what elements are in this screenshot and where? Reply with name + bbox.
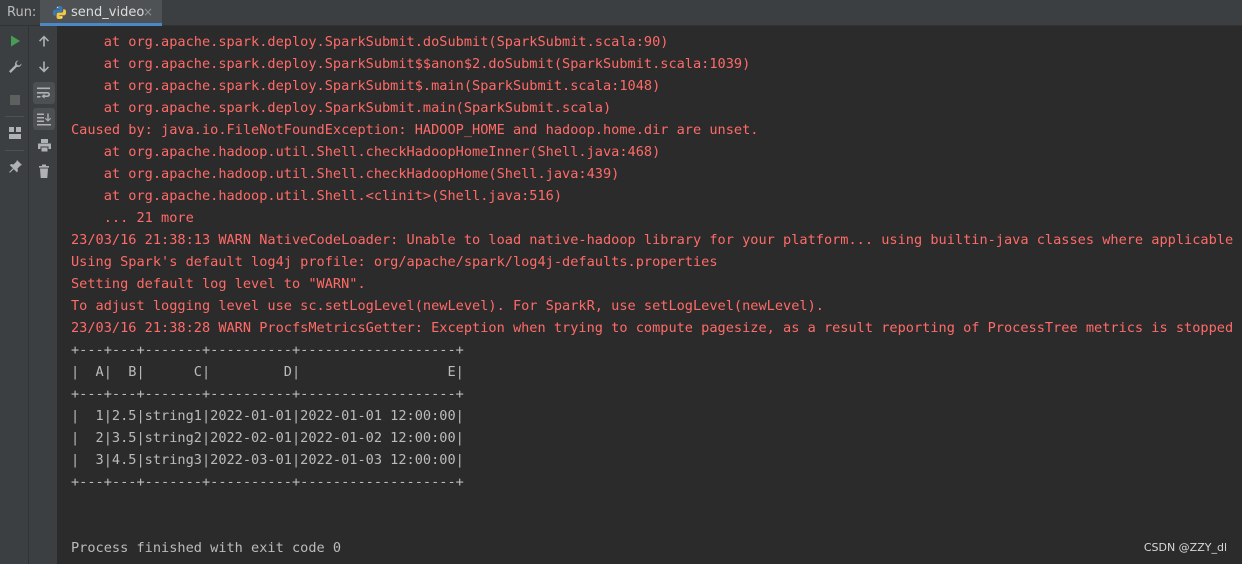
- trash-icon: [39, 164, 49, 178]
- console-line: 23/03/16 21:38:28 WARN ProcfsMetricsGett…: [71, 320, 1234, 336]
- previous-occurrence-button[interactable]: [33, 30, 55, 52]
- scroll-to-end-icon: [37, 113, 51, 126]
- console-line: at org.apache.spark.deploy.SparkSubmit.m…: [71, 100, 612, 116]
- print-icon: [37, 138, 51, 152]
- down-arrow-icon: [39, 61, 49, 73]
- pin-tab-button[interactable]: [4, 155, 26, 177]
- soft-wrap-icon: [37, 87, 50, 99]
- restore-layout-button[interactable]: [4, 122, 26, 144]
- console-line: at org.apache.hadoop.util.Shell.checkHad…: [71, 166, 620, 182]
- clear-all-button[interactable]: [33, 160, 55, 182]
- tab-send-video[interactable]: send_video ×: [40, 0, 162, 26]
- console-line: at org.apache.spark.deploy.SparkSubmit$$…: [71, 56, 751, 72]
- wrench-icon: [9, 60, 22, 73]
- watermark: CSDN @ZZY_dl: [1143, 541, 1227, 554]
- console-line: at org.apache.spark.deploy.SparkSubmit.d…: [71, 34, 669, 50]
- up-arrow-icon: [39, 35, 49, 47]
- console-line: +---+---+-------+----------+------------…: [71, 474, 464, 490]
- console-line: To adjust logging level use sc.setLogLev…: [71, 298, 824, 314]
- console-line: | A| B| C| D| E|: [71, 364, 464, 380]
- console-line: at org.apache.spark.deploy.SparkSubmit$.…: [71, 78, 661, 94]
- run-tool-window-header: Run: send_video ×: [0, 0, 1242, 26]
- pin-icon: [8, 159, 22, 173]
- soft-wrap-toggle[interactable]: [33, 82, 55, 104]
- console-line: Caused by: java.io.FileNotFoundException…: [71, 122, 759, 138]
- next-occurrence-button[interactable]: [33, 56, 55, 78]
- print-button[interactable]: [33, 134, 55, 156]
- run-label: Run:: [7, 5, 37, 20]
- stop-button[interactable]: [4, 89, 26, 111]
- toolbar-divider: [5, 150, 24, 151]
- console-line: | 2|3.5|string2|2022-02-01|2022-01-02 12…: [71, 430, 464, 446]
- run-toolbar-primary: [0, 26, 29, 564]
- run-toolbar-secondary: [29, 26, 58, 564]
- edit-configuration-button[interactable]: [4, 56, 26, 78]
- console-line: +---+---+-------+----------+------------…: [71, 342, 464, 358]
- console-line: at org.apache.hadoop.util.Shell.checkHad…: [71, 144, 661, 160]
- console-line: 23/03/16 21:38:13 WARN NativeCodeLoader:…: [71, 232, 1234, 248]
- console-line: ... 21 more: [71, 210, 194, 226]
- console-line: +---+---+-------+----------+------------…: [71, 386, 464, 402]
- tab-title: send_video: [71, 5, 145, 20]
- python-icon: [52, 5, 67, 20]
- console-line: | 1|2.5|string1|2022-01-01|2022-01-01 12…: [71, 408, 464, 424]
- scroll-to-end-toggle[interactable]: [33, 108, 55, 130]
- stop-icon: [10, 95, 20, 105]
- console-line: Process finished with exit code 0: [71, 540, 342, 556]
- console-line: | 3|4.5|string3|2022-03-01|2022-01-03 12…: [71, 452, 464, 468]
- toolbar-divider: [5, 116, 24, 117]
- layout-icon: [9, 127, 21, 139]
- run-icon: [11, 35, 20, 47]
- close-icon[interactable]: ×: [143, 5, 153, 19]
- rerun-button[interactable]: [4, 30, 26, 52]
- console-line: Using Spark's default log4j profile: org…: [71, 254, 718, 270]
- console-line: Setting default log level to "WARN".: [71, 276, 366, 292]
- console-output[interactable]: at org.apache.spark.deploy.SparkSubmit.d…: [58, 26, 1242, 564]
- console-line: at org.apache.hadoop.util.Shell.<clinit>…: [71, 188, 563, 204]
